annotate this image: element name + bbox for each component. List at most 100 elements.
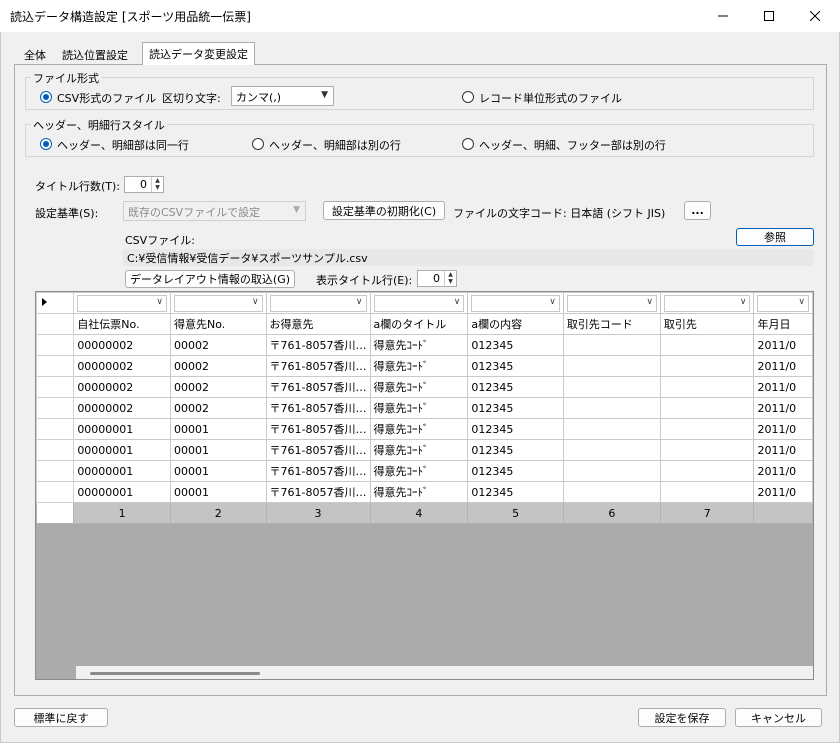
separate-row-label[interactable]: ヘッダー、明細部は別の行	[269, 137, 401, 153]
table-row[interactable]: 00000002 00002 〒761-8057香川… 得意先ｺｰﾄﾞ 012345 20…	[36, 355, 813, 377]
data-grid[interactable]: ∨ ∨ ∨ ∨ ∨ ∨ ∨ ∨ 自社伝票No. 得意先No. お得意先 a欄のタイトル a欄の内容 取引先…	[35, 291, 814, 680]
tab-general[interactable]: 全体	[18, 44, 52, 64]
row-header[interactable]	[36, 376, 75, 398]
table-cell[interactable]: 012345	[467, 376, 564, 398]
table-cell[interactable]: 00000001	[73, 460, 172, 482]
table-cell[interactable]: 00000002	[73, 376, 172, 398]
scrollbar-thumb[interactable]	[90, 672, 260, 675]
table-cell[interactable]: 2011/0	[753, 439, 813, 461]
table-cell[interactable]: 012345	[467, 397, 564, 419]
table-cell[interactable]: 〒761-8057香川…	[265, 355, 371, 377]
table-cell[interactable]: 00000002	[73, 355, 172, 377]
table-cell[interactable]: 00000002	[73, 334, 172, 356]
table-cell[interactable]: 得意先ｺｰﾄﾞ	[369, 376, 469, 398]
table-cell[interactable]	[659, 355, 755, 377]
column-filter-select[interactable]: ∨	[269, 294, 367, 312]
column-header[interactable]: 年月日	[753, 313, 813, 335]
table-cell[interactable]	[562, 397, 661, 419]
table-cell[interactable]	[659, 376, 755, 398]
display-title-row-stepper[interactable]: 0 ▲ ▼	[417, 270, 457, 287]
tab-read-data-change[interactable]: 読込データ変更設定	[142, 42, 255, 65]
table-row[interactable]: 00000002 00002 〒761-8057香川… 得意先ｺｰﾄﾞ 012345 20…	[36, 397, 813, 419]
column-filter-select[interactable]: ∨	[373, 294, 465, 312]
table-cell[interactable]: 〒761-8057香川…	[265, 418, 371, 440]
column-filter-select[interactable]: ∨	[566, 294, 657, 312]
table-cell[interactable]: 得意先ｺｰﾄﾞ	[369, 418, 469, 440]
table-cell[interactable]: 00000001	[73, 418, 172, 440]
column-header[interactable]: 自社伝票No.	[73, 313, 172, 335]
setting-basis-select[interactable]: 既存のCSVファイルで設定 ▼	[123, 201, 306, 221]
table-cell[interactable]: 〒761-8057香川…	[265, 397, 371, 419]
table-cell[interactable]: 得意先ｺｰﾄﾞ	[369, 460, 469, 482]
row-header[interactable]	[36, 481, 75, 503]
delimiter-select[interactable]: カンマ(,) ▼	[231, 86, 334, 106]
column-filter-select[interactable]: ∨	[663, 294, 751, 312]
table-cell[interactable]: 012345	[467, 439, 564, 461]
spin-arrows-icon[interactable]: ▲ ▼	[151, 177, 163, 192]
table-cell[interactable]: 〒761-8057香川…	[265, 460, 371, 482]
cancel-button[interactable]: キャンセル	[735, 708, 822, 727]
table-cell[interactable]: 00002	[170, 355, 267, 377]
row-header[interactable]	[36, 355, 75, 377]
table-cell[interactable]: 2011/0	[753, 460, 813, 482]
same-row-label[interactable]: ヘッダー、明細部は同一行	[57, 137, 189, 153]
table-row[interactable]: 00000001 00001 〒761-8057香川… 得意先ｺｰﾄﾞ 012345 20…	[36, 439, 813, 461]
table-cell[interactable]: 00002	[170, 334, 267, 356]
table-cell[interactable]: 00002	[170, 397, 267, 419]
table-cell[interactable]: 〒761-8057香川…	[265, 376, 371, 398]
browse-button[interactable]: 参照	[736, 228, 814, 246]
row-header[interactable]	[36, 334, 75, 356]
table-cell[interactable]	[659, 418, 755, 440]
table-cell[interactable]: 〒761-8057香川…	[265, 439, 371, 461]
table-cell[interactable]: 得意先ｺｰﾄﾞ	[369, 334, 469, 356]
title-rows-stepper[interactable]: 0 ▲ ▼	[124, 176, 164, 193]
table-cell[interactable]: 00001	[170, 439, 267, 461]
table-cell[interactable]: 012345	[467, 418, 564, 440]
column-filter-select[interactable]: ∨	[757, 294, 809, 312]
more-options-button[interactable]: ...	[684, 201, 711, 220]
table-cell[interactable]: 得意先ｺｰﾄﾞ	[369, 397, 469, 419]
reset-basis-button[interactable]: 設定基準の初期化(C)	[323, 201, 445, 220]
same-row-radio[interactable]	[40, 138, 52, 150]
table-cell[interactable]: 得意先ｺｰﾄﾞ	[369, 439, 469, 461]
table-cell[interactable]: 得意先ｺｰﾄﾞ	[369, 481, 469, 503]
row-header[interactable]	[36, 418, 75, 440]
table-row[interactable]: 00000001 00001 〒761-8057香川… 得意先ｺｰﾄﾞ 012345 20…	[36, 460, 813, 482]
table-cell[interactable]: 2011/0	[753, 418, 813, 440]
table-cell[interactable]: 〒761-8057香川…	[265, 481, 371, 503]
minimize-button[interactable]	[700, 0, 746, 32]
column-header[interactable]: 取引先コード	[562, 313, 661, 335]
table-cell[interactable]	[562, 460, 661, 482]
column-header[interactable]: a欄のタイトル	[369, 313, 469, 335]
maximize-button[interactable]	[746, 0, 792, 32]
record-format-label[interactable]: レコード単位形式のファイル	[479, 90, 622, 106]
separate-row-radio[interactable]	[252, 138, 264, 150]
table-cell[interactable]: 012345	[467, 460, 564, 482]
table-cell[interactable]: 2011/0	[753, 376, 813, 398]
table-cell[interactable]	[562, 376, 661, 398]
column-filter-select[interactable]: ∨	[77, 294, 168, 312]
save-settings-button[interactable]: 設定を保存	[638, 708, 726, 727]
csv-format-label[interactable]: CSV形式のファイル	[57, 90, 156, 106]
table-cell[interactable]: 00000001	[73, 439, 172, 461]
table-cell[interactable]: 012345	[467, 355, 564, 377]
import-layout-button[interactable]: データレイアウト情報の取込(G)	[125, 270, 295, 288]
column-header[interactable]: 得意先No.	[170, 313, 267, 335]
column-header[interactable]: 取引先	[659, 313, 755, 335]
table-cell[interactable]: 2011/0	[753, 355, 813, 377]
column-header[interactable]: お得意先	[265, 313, 371, 335]
table-cell[interactable]	[659, 397, 755, 419]
table-cell[interactable]	[659, 439, 755, 461]
column-header[interactable]: a欄の内容	[467, 313, 564, 335]
table-cell[interactable]	[659, 334, 755, 356]
tab-read-position[interactable]: 読込位置設定	[56, 44, 134, 64]
table-row[interactable]: 00000002 00002 〒761-8057香川… 得意先ｺｰﾄﾞ 012345 20…	[36, 376, 813, 398]
table-cell[interactable]	[562, 439, 661, 461]
table-cell[interactable]: 012345	[467, 481, 564, 503]
table-cell[interactable]	[562, 355, 661, 377]
separate-footer-label[interactable]: ヘッダー、明細、フッター部は別の行	[479, 137, 666, 153]
column-filter-select[interactable]: ∨	[174, 294, 263, 312]
separate-footer-radio[interactable]	[462, 138, 474, 150]
table-row[interactable]: 00000001 00001 〒761-8057香川… 得意先ｺｰﾄﾞ 012345 20…	[36, 418, 813, 440]
table-cell[interactable]: 00001	[170, 481, 267, 503]
